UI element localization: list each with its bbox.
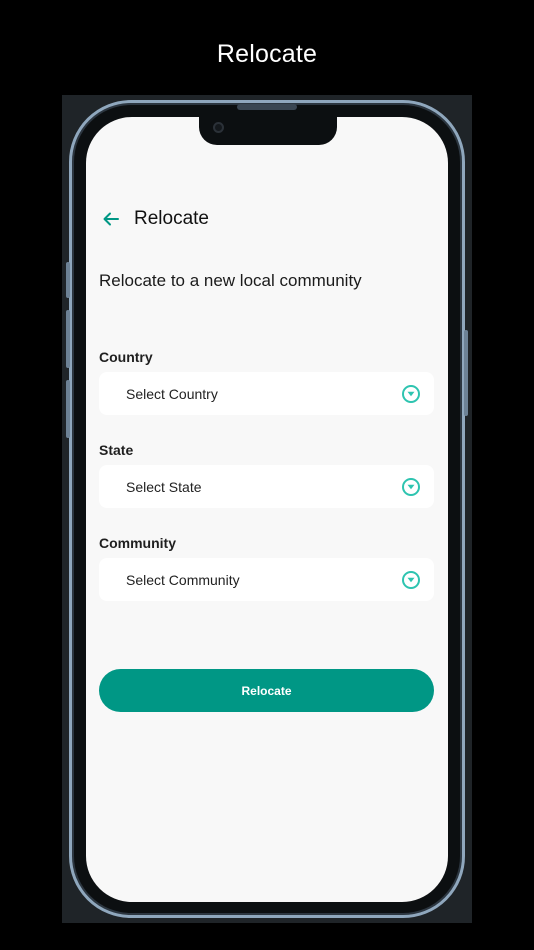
country-select-value: Select Country (126, 385, 218, 402)
phone-screen: Relocate Relocate to a new local communi… (86, 117, 448, 902)
phone-side-button (66, 262, 70, 298)
phone-side-button (66, 310, 70, 368)
page-subtitle: Relocate to a new local community (99, 271, 362, 290)
community-select-value: Select Community (126, 571, 240, 588)
arrow-left-icon (103, 212, 119, 226)
state-label: State (99, 442, 134, 458)
store-screenshot: Relocate Relocate Relocate to a new loca… (0, 0, 534, 950)
phone-side-button (464, 330, 468, 416)
community-select[interactable]: Select Community (99, 558, 434, 601)
promo-title: Relocate (216, 40, 318, 68)
state-select-value: Select State (126, 478, 202, 495)
chevron-down-icon (402, 477, 420, 496)
chevron-down-icon (402, 384, 420, 403)
back-button[interactable] (100, 208, 122, 230)
state-select[interactable]: Select State (99, 465, 434, 508)
community-label: Community (99, 535, 176, 551)
relocate-button[interactable]: Relocate (99, 669, 434, 712)
chevron-down-icon (402, 570, 420, 589)
page-title: Relocate (134, 208, 209, 229)
phone-side-button (66, 380, 70, 438)
country-label: Country (99, 349, 153, 365)
camera-icon (213, 122, 224, 133)
country-select[interactable]: Select Country (99, 372, 434, 415)
phone-speaker (237, 104, 297, 110)
app-header: Relocate (100, 203, 209, 235)
phone-notch (199, 117, 337, 145)
